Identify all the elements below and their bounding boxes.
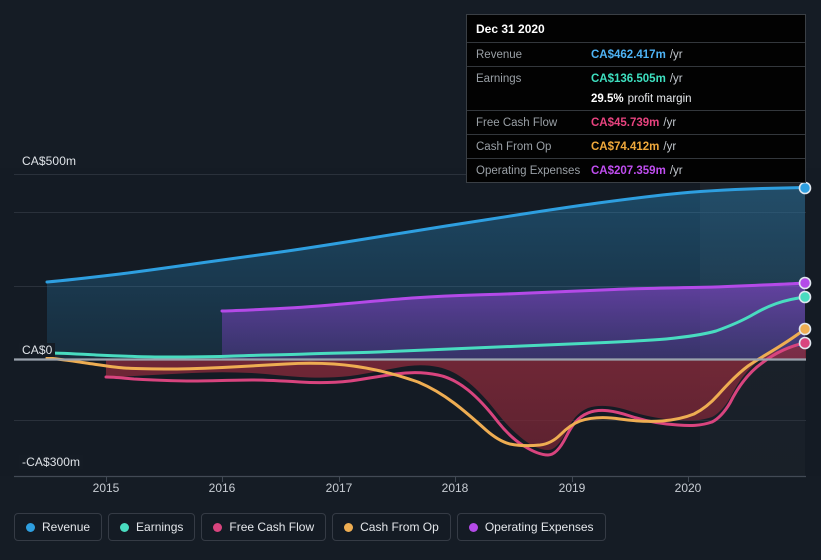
tooltip-label-revenue: Revenue — [476, 48, 523, 61]
tooltip-label-free-cash-flow: Free Cash Flow — [476, 116, 558, 129]
y-axis-label-500m: CA$500m — [19, 154, 80, 168]
x-axis-label-2015: 2015 — [92, 481, 120, 495]
tooltip-value-profit-margin: 29.5% — [591, 92, 624, 105]
chart-tooltip: Dec 31 2020 Revenue CA$462.417m /yr Earn… — [466, 14, 806, 183]
legend-item-free-cash-flow[interactable]: Free Cash Flow — [201, 513, 327, 541]
tooltip-value-revenue: CA$462.417m — [591, 48, 666, 61]
opex-endpoint — [798, 276, 812, 290]
x-axis-label-2016: 2016 — [208, 481, 236, 495]
tooltip-unit-free-cash-flow: /yr — [663, 116, 677, 129]
legend-label-cash-from-op: Cash From Op — [360, 520, 439, 534]
legend-dot-cash-from-op-icon — [344, 522, 354, 532]
revenue-endpoint — [798, 181, 812, 195]
tooltip-row-cash-from-op: Cash From Op CA$74.412m /yr — [467, 134, 805, 158]
tooltip-label-operating-expenses: Operating Expenses — [476, 164, 581, 177]
tooltip-row-earnings: Earnings CA$136.505m /yr — [467, 66, 805, 90]
tooltip-value-free-cash-flow: CA$45.739m — [591, 116, 660, 129]
legend-label-operating-expenses: Operating Expenses — [484, 520, 594, 534]
tooltip-row-profit-margin: 29.5% profit margin — [467, 90, 805, 110]
chart-legend: Revenue Earnings Free Cash Flow Cash Fro… — [14, 513, 606, 541]
tooltip-date: Dec 31 2020 — [476, 22, 545, 36]
tooltip-unit-revenue: /yr — [669, 48, 683, 61]
legend-dot-revenue-icon — [26, 522, 35, 532]
tooltip-label-profit-margin: profit margin — [627, 92, 692, 105]
tooltip-label-earnings: Earnings — [476, 72, 522, 85]
y-axis-label-neg300m: -CA$300m — [19, 455, 84, 469]
legend-label-earnings: Earnings — [136, 520, 184, 534]
tooltip-row-operating-expenses: Operating Expenses CA$207.359m /yr — [467, 158, 805, 182]
tooltip-row-free-cash-flow: Free Cash Flow CA$45.739m /yr — [467, 110, 805, 134]
tooltip-unit-operating-expenses: /yr — [669, 164, 683, 177]
x-axis-label-2019: 2019 — [558, 481, 586, 495]
legend-item-operating-expenses[interactable]: Operating Expenses — [456, 513, 606, 541]
legend-dot-operating-expenses-icon — [468, 522, 478, 532]
tooltip-value-earnings: CA$136.505m — [591, 72, 666, 85]
earnings-endpoint — [798, 290, 812, 304]
legend-dot-earnings-icon — [120, 522, 130, 532]
free-cash-flow-endpoint — [798, 336, 812, 350]
legend-label-free-cash-flow: Free Cash Flow — [229, 520, 315, 534]
legend-dot-free-cash-flow-icon — [213, 522, 223, 532]
tooltip-row-revenue: Revenue CA$462.417m /yr — [467, 42, 805, 66]
tooltip-value-operating-expenses: CA$207.359m — [591, 164, 666, 177]
legend-item-earnings[interactable]: Earnings — [108, 513, 196, 541]
tooltip-value-cash-from-op: CA$74.412m — [591, 140, 660, 153]
tooltip-label-cash-from-op: Cash From Op — [476, 140, 552, 153]
legend-item-revenue[interactable]: Revenue — [14, 513, 103, 541]
x-axis-label-2018: 2018 — [441, 481, 469, 495]
x-axis-label-2017: 2017 — [325, 481, 353, 495]
tooltip-unit-earnings: /yr — [669, 72, 683, 85]
legend-item-cash-from-op[interactable]: Cash From Op — [332, 513, 451, 541]
chart-screenshot: CA$500m CA$0 -CA$300m 2015 2016 2017 201… — [0, 0, 821, 560]
cash-from-op-endpoint — [798, 322, 812, 336]
tooltip-unit-cash-from-op: /yr — [663, 140, 677, 153]
legend-label-revenue: Revenue — [42, 520, 91, 534]
y-axis-label-0: CA$0 — [19, 343, 56, 357]
x-axis-label-2020: 2020 — [674, 481, 702, 495]
